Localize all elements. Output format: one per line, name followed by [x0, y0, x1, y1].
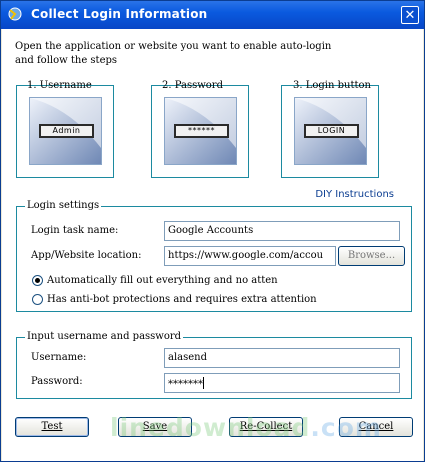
text-caret: [203, 377, 204, 389]
credentials-group: Input username and password Username: al…: [16, 330, 412, 399]
password-capture-icon: ******: [164, 97, 237, 165]
instructions-text: Open the application or website you want…: [15, 41, 332, 66]
collect-login-dialog: Collect Login Information ✕ Open the app…: [0, 0, 425, 462]
app-icon: [7, 6, 23, 22]
test-button[interactable]: Test: [15, 417, 89, 437]
login-settings-title: Login settings: [25, 199, 102, 213]
location-label: App/Website location:: [31, 250, 142, 261]
radio-anti-bot[interactable]: [32, 294, 43, 305]
task-name-label: Login task name:: [31, 225, 119, 236]
login-settings-group: Login settings Login task name: Google A…: [16, 199, 412, 312]
password-input[interactable]: *******: [164, 373, 400, 393]
username-label: Username:: [31, 352, 87, 363]
step-username-label: 1. Username: [27, 80, 92, 91]
username-input[interactable]: alasend: [164, 348, 400, 368]
step-login-button-label: 3. Login button: [293, 80, 371, 91]
cancel-button[interactable]: Cancel: [339, 417, 413, 437]
login-button-capture-icon: LOGIN: [294, 97, 367, 165]
close-button[interactable]: ✕: [401, 6, 419, 24]
step-password-label: 2. Password: [162, 80, 223, 91]
step-password-panel[interactable]: ******: [151, 85, 249, 178]
radio-anti-bot-label: Has anti-bot protections and requires ex…: [47, 294, 317, 305]
radio-auto-fill[interactable]: [32, 275, 43, 286]
title-bar[interactable]: Collect Login Information ✕: [1, 1, 424, 29]
password-sample-field: ******: [174, 124, 229, 138]
dialog-body: Open the application or website you want…: [2, 29, 423, 461]
save-button[interactable]: Save: [118, 417, 192, 437]
login-sample-button: LOGIN: [304, 124, 359, 138]
task-name-input[interactable]: Google Accounts: [164, 221, 400, 241]
browse-button[interactable]: Browse...: [338, 246, 405, 266]
password-label: Password:: [31, 376, 83, 387]
recollect-button[interactable]: Re-Collect: [229, 417, 303, 437]
window-title: Collect Login Information: [31, 7, 208, 21]
location-input[interactable]: https://www.google.com/accou: [164, 246, 336, 266]
step-login-button-panel[interactable]: LOGIN: [281, 85, 379, 178]
step-username-panel[interactable]: Admin: [16, 85, 114, 178]
radio-auto-fill-row[interactable]: Automatically fill out everything and no…: [32, 275, 278, 286]
username-sample-field: Admin: [39, 124, 94, 138]
close-icon: ✕: [404, 7, 416, 23]
radio-auto-fill-label: Automatically fill out everything and no…: [47, 275, 278, 286]
radio-anti-bot-row[interactable]: Has anti-bot protections and requires ex…: [32, 294, 317, 305]
credentials-title: Input username and password: [25, 330, 184, 344]
username-capture-icon: Admin: [29, 97, 102, 165]
diy-instructions-link[interactable]: DIY Instructions: [315, 189, 394, 200]
